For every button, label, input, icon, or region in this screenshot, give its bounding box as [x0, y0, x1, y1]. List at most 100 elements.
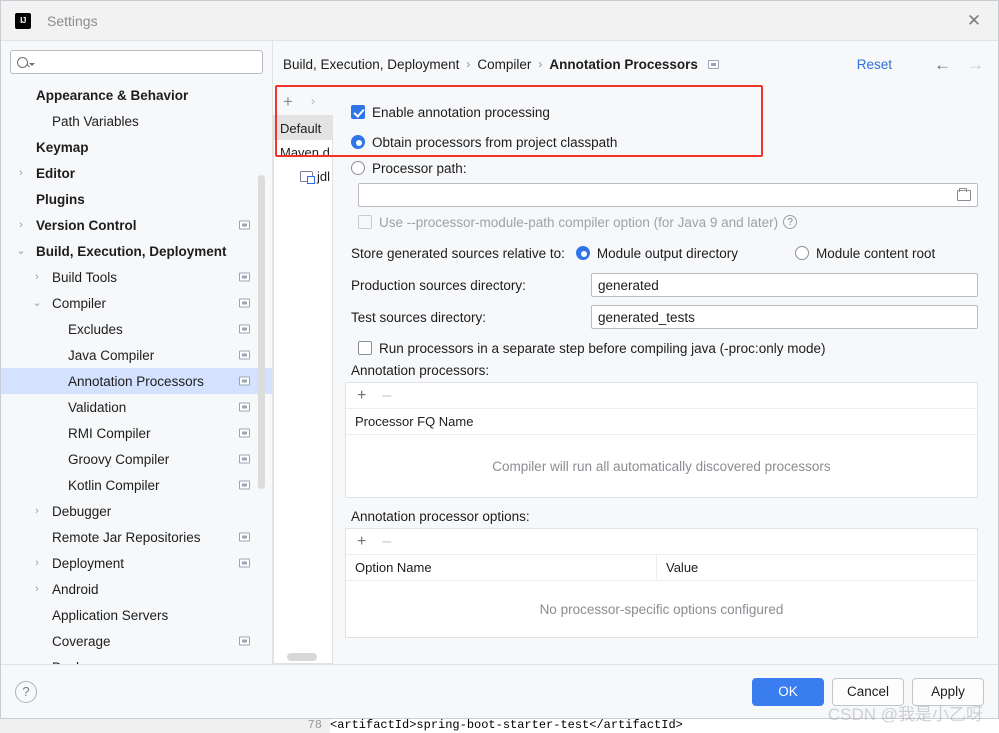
sidebar-item-android[interactable]: › Android — [1, 576, 272, 602]
sidebar-item-keymap[interactable]: › Keymap — [1, 134, 272, 160]
search-input[interactable] — [39, 53, 256, 71]
search-box[interactable] — [10, 50, 263, 74]
sidebar-item-label: Editor — [36, 165, 75, 181]
chevron-right-icon[interactable]: › — [29, 505, 45, 517]
processor-path-row[interactable]: Processor path: — [345, 155, 978, 181]
sidebar-item-excludes[interactable]: › Excludes — [1, 316, 272, 342]
sidebar-item-java-compiler[interactable]: › Java Compiler — [1, 342, 272, 368]
breadcrumb-item-1[interactable]: Compiler — [477, 57, 531, 72]
remove-processor-button[interactable]: – — [382, 387, 391, 404]
profile-item[interactable]: Maven d — [274, 140, 332, 164]
sidebar-item-deployment[interactable]: › Deployment — [1, 550, 272, 576]
chevron-right-icon[interactable]: › — [29, 661, 45, 664]
module-output-directory-radio[interactable] — [575, 246, 590, 260]
sidebar-item-path-variables[interactable]: › Path Variables — [1, 108, 272, 134]
breadcrumb-item-0[interactable]: Build, Execution, Deployment — [283, 57, 459, 72]
sidebar-item-annotation-processors[interactable]: › Annotation Processors — [1, 368, 272, 394]
help-icon[interactable]: ? — [783, 215, 798, 229]
chevron-right-icon: › — [29, 610, 45, 621]
sidebar-item-version-control[interactable]: › Version Control — [1, 212, 272, 238]
breadcrumb-item-2[interactable]: Annotation Processors — [549, 57, 698, 72]
sidebar-item-label: Version Control — [36, 217, 137, 233]
separate-step-checkbox[interactable] — [358, 341, 372, 355]
add-profile-button[interactable]: + — [283, 93, 293, 110]
add-processor-button[interactable]: + — [357, 387, 366, 404]
settings-tree[interactable]: › Appearance & Behavior › Path Variables › Ke… — [1, 80, 272, 664]
chevron-down-icon[interactable]: ⌄ — [13, 245, 29, 257]
processor-module-path-checkbox[interactable] — [358, 215, 372, 229]
reset-button[interactable]: Reset — [857, 57, 892, 72]
column-header-value[interactable]: Value — [656, 555, 977, 580]
remove-option-button[interactable]: – — [382, 533, 391, 550]
sidebar-item-editor[interactable]: › Editor — [1, 160, 272, 186]
sidebar-item-build-execution-deployment[interactable]: ⌄ Build, Execution, Deployment — [1, 238, 272, 264]
sidebar-item-kotlin-compiler[interactable]: › Kotlin Compiler — [1, 472, 272, 498]
profile-item[interactable]: Default — [274, 116, 332, 140]
profiles-panel: + › Default Maven d jdl — [273, 87, 333, 664]
apply-button[interactable]: Apply — [912, 677, 984, 706]
chevron-down-icon[interactable]: ⌄ — [29, 297, 45, 309]
sidebar-item-label: Appearance & Behavior — [36, 87, 189, 103]
module-output-directory-label: Module output directory — [596, 245, 738, 261]
back-arrow-icon[interactable]: ← — [934, 56, 951, 73]
chevron-right-icon: › — [45, 376, 61, 387]
sidebar-item-plugins[interactable]: › Plugins — [1, 186, 272, 212]
processor-path-field[interactable] — [358, 183, 978, 207]
processor-path-radio[interactable] — [351, 161, 365, 175]
sidebar-item-docker[interactable]: › Docker — [1, 654, 272, 665]
enable-annotation-processing-row[interactable]: Enable annotation processing — [345, 97, 978, 127]
sidebar-item-label: Debugger — [52, 503, 112, 519]
sidebar-item-label: Path Variables — [52, 113, 139, 129]
chevron-right-icon[interactable]: › — [13, 219, 29, 231]
sidebar-item-validation[interactable]: › Validation — [1, 394, 272, 420]
sidebar-item-groovy-compiler[interactable]: › Groovy Compiler — [1, 446, 272, 472]
cancel-button[interactable]: Cancel — [831, 677, 904, 706]
breadcrumb[interactable]: Build, Execution, Deployment › Compiler › An… — [283, 57, 857, 72]
module-content-root-label: Module content root — [815, 245, 936, 261]
sidebar-item-compiler[interactable]: ⌄ Compiler — [1, 290, 272, 316]
chevron-right-icon[interactable]: › — [29, 557, 45, 569]
column-header-processor-fq-name[interactable]: Processor FQ Name — [346, 414, 977, 429]
chevron-right-icon[interactable]: › — [29, 583, 45, 595]
editor-line-number: 78 — [0, 718, 330, 733]
help-button[interactable]: ? — [15, 680, 37, 703]
add-option-button[interactable]: + — [357, 533, 366, 550]
sidebar-scrollbar[interactable] — [258, 175, 265, 489]
profiles-chevron-icon[interactable]: › — [311, 95, 315, 107]
processor-module-path-row[interactable]: Use --processor-module-path compiler opt… — [345, 207, 978, 237]
chevron-right-icon[interactable]: › — [13, 167, 29, 179]
intellij-idea-icon: IJ — [15, 12, 31, 29]
sidebar-item-application-servers[interactable]: › Application Servers — [1, 602, 272, 628]
sidebar-search-wrap — [1, 41, 272, 80]
sidebar-item-rmi-compiler[interactable]: › RMI Compiler — [1, 420, 272, 446]
test-sources-field[interactable]: generated_tests — [591, 305, 978, 329]
sidebar-item-appearance-behavior[interactable]: › Appearance & Behavior — [1, 82, 272, 108]
editor-code-text: <artifactId>spring-boot-starter-test</ar… — [330, 718, 683, 732]
project-settings-icon — [239, 454, 250, 464]
obtain-from-classpath-radio[interactable] — [351, 135, 365, 149]
sidebar-item-debugger[interactable]: › Debugger — [1, 498, 272, 524]
production-sources-field[interactable]: generated — [591, 273, 978, 297]
folder-icon[interactable] — [957, 187, 971, 201]
ok-button[interactable]: OK — [751, 677, 824, 706]
close-icon[interactable]: ✕ — [962, 9, 986, 33]
processors-table-toolbar: + – — [346, 383, 977, 409]
forward-arrow-icon[interactable]: → — [967, 56, 984, 73]
production-sources-row: Production sources directory: generated — [345, 269, 978, 301]
module-content-root-radio[interactable] — [794, 246, 809, 260]
profile-item[interactable]: jdl — [274, 164, 332, 188]
separate-step-row[interactable]: Run processors in a separate step before… — [345, 333, 978, 363]
profiles-list[interactable]: Default Maven d jdl — [273, 115, 333, 664]
profiles-horizontal-scrollbar[interactable] — [287, 653, 317, 661]
settings-dialog: IJ Settings ✕ › Appearance & Behavior › Pat… — [0, 0, 999, 719]
sidebar-item-remote-jar-repositories[interactable]: › Remote Jar Repositories — [1, 524, 272, 550]
chevron-right-icon[interactable]: › — [29, 271, 45, 283]
processor-module-path-label: Use --processor-module-path compiler opt… — [379, 214, 779, 230]
sidebar-item-coverage[interactable]: › Coverage — [1, 628, 272, 654]
sidebar-item-label: Android — [52, 581, 99, 597]
obtain-from-classpath-row[interactable]: Obtain processors from project classpath — [345, 129, 978, 155]
enable-annotation-processing-checkbox[interactable] — [351, 105, 365, 119]
column-header-option-name[interactable]: Option Name — [346, 560, 656, 575]
sidebar-item-build-tools[interactable]: › Build Tools — [1, 264, 272, 290]
sidebar-item-label: Compiler — [52, 295, 107, 311]
